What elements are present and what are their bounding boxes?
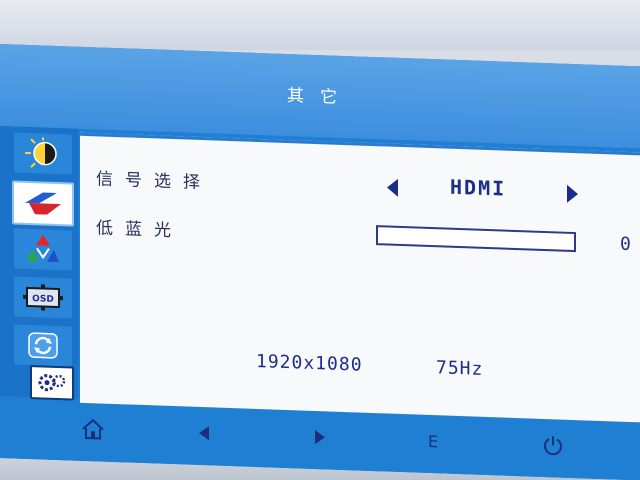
home-icon — [82, 418, 104, 440]
image-setup-icon — [25, 192, 61, 215]
sidebar-item-other[interactable] — [30, 365, 74, 401]
osd-setting-icon: OSD — [23, 284, 63, 311]
left-arrow-icon — [199, 426, 209, 441]
color-setting-icon — [27, 234, 59, 263]
home-button[interactable] — [80, 417, 106, 442]
brightness-contrast-icon — [25, 137, 57, 168]
osd-menu: 其它 OSD 信号选择 HDMI 低蓝光 0 1920x1080 75Hz E — [0, 44, 640, 480]
sidebar-item-color[interactable] — [14, 228, 72, 271]
settings-panel: 信号选择 HDMI 低蓝光 0 1920x1080 75Hz — [80, 132, 640, 424]
monitor-bezel-top — [0, 0, 640, 50]
low-blue-light-label: 低蓝光 — [96, 218, 183, 242]
right-arrow-icon — [315, 430, 325, 445]
power-icon — [544, 436, 562, 456]
right-button[interactable] — [312, 425, 328, 450]
sidebar-item-image-setup[interactable] — [12, 180, 74, 227]
refresh-rate-readout: 75Hz — [436, 357, 484, 380]
other-settings-icon — [38, 374, 66, 392]
enter-button[interactable]: E — [424, 429, 442, 454]
sidebar-item-osd[interactable]: OSD — [14, 276, 72, 319]
sidebar-item-brightness[interactable] — [14, 132, 72, 175]
left-button[interactable] — [196, 421, 212, 446]
signal-source-value[interactable]: HDMI — [450, 175, 506, 201]
low-blue-light-value: 0 — [620, 233, 631, 256]
svg-text:OSD: OSD — [32, 294, 54, 305]
sidebar-item-reset[interactable] — [14, 324, 72, 367]
signal-source-label: 信号选择 — [96, 169, 212, 194]
resolution-readout: 1920x1080 — [256, 350, 363, 376]
page-title: 其它 — [287, 85, 353, 108]
low-blue-light-slider[interactable] — [376, 225, 576, 253]
signal-prev-arrow-icon[interactable] — [387, 178, 398, 197]
reset-icon — [28, 332, 58, 359]
signal-next-arrow-icon[interactable] — [567, 184, 578, 204]
power-button[interactable] — [540, 433, 566, 458]
sidebar: OSD — [0, 126, 78, 401]
